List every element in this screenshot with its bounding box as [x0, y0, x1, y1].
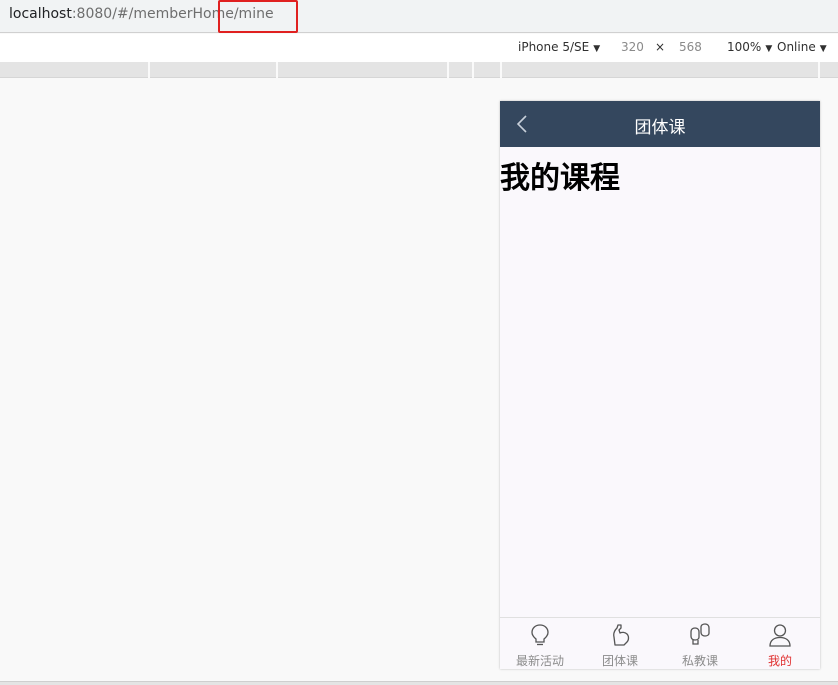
- user-icon: [769, 624, 791, 647]
- tab-mine[interactable]: 我的: [740, 618, 820, 669]
- device-width[interactable]: 320: [621, 40, 644, 54]
- device-toolbar: iPhone 5/SE ▼ 320 × 568 100% ▼ Online ▼: [0, 34, 838, 62]
- tab-latest-activities[interactable]: 最新活动: [500, 618, 580, 669]
- app-header: 团体课: [500, 101, 820, 147]
- media-query-ruler[interactable]: [0, 62, 838, 78]
- zoom-select[interactable]: 100% ▼: [727, 40, 772, 54]
- header-title: 团体课: [634, 118, 686, 138]
- lightbulb-icon: [531, 624, 549, 646]
- network-select[interactable]: Online ▼: [777, 40, 827, 54]
- tab-label: 最新活动: [515, 654, 564, 668]
- page-title: 我的课程: [500, 161, 620, 196]
- device-select[interactable]: iPhone 5/SE ▼: [518, 40, 600, 54]
- dimension-separator: ×: [655, 40, 666, 54]
- tab-label: 我的: [767, 654, 792, 668]
- tab-bar: 最新活动 团体课 私教课 我的: [500, 617, 820, 669]
- address-bar[interactable]: localhost:8080/#/memberHome/mine: [0, 0, 838, 33]
- boxing-gloves-icon: [690, 623, 710, 645]
- device-height[interactable]: 568: [679, 40, 702, 54]
- bottom-border: [0, 681, 838, 685]
- tab-group-class[interactable]: 团体课: [580, 618, 660, 669]
- flexed-arm-icon: [613, 624, 630, 646]
- tab-label: 私教课: [681, 654, 718, 668]
- highlight-box: [218, 0, 298, 33]
- tab-label: 团体课: [601, 654, 638, 668]
- tab-private-class[interactable]: 私教课: [660, 618, 740, 669]
- phone-viewport: 团体课 我的课程 最新活动 团体课 私教课 我的: [500, 101, 820, 669]
